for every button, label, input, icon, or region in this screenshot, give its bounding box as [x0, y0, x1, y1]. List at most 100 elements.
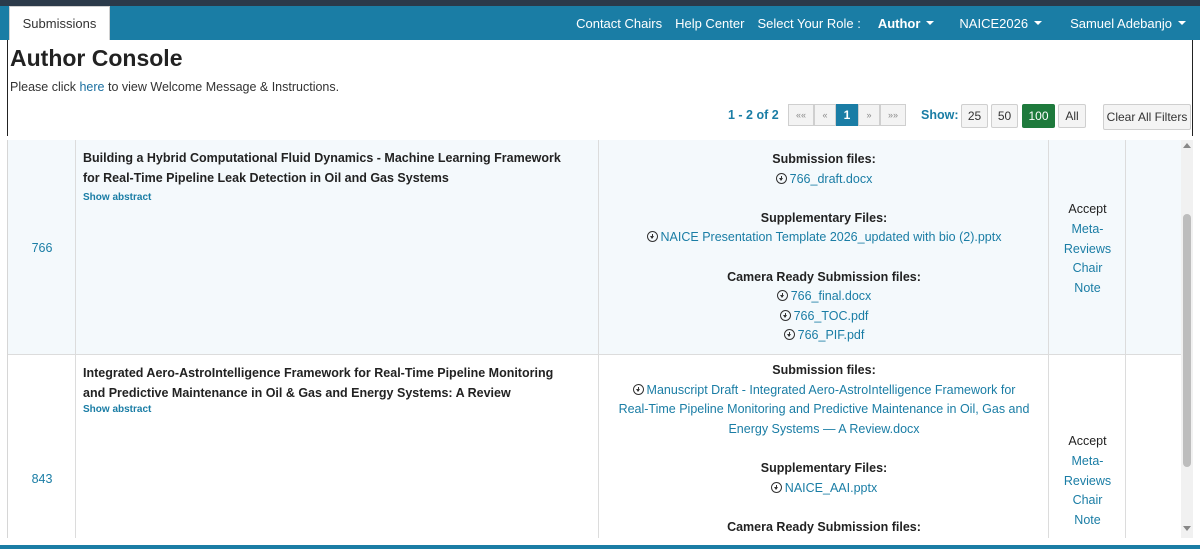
show-abstract-link[interactable]: Show abstract [83, 404, 151, 415]
status-block: Accept Meta- Reviews Chair Note [1049, 200, 1126, 299]
file-name: 766_final.docx [790, 289, 872, 304]
supplementary-files-heading: Supplementary Files: [760, 460, 888, 475]
file-name-line: Real-Time Pipeline Monitoring and Predic… [618, 402, 1030, 417]
download-icon [632, 383, 644, 395]
file-name: NAICE_AAI.pptx [784, 480, 878, 495]
file-link[interactable]: 766_final.docx [599, 287, 1049, 307]
user-dropdown[interactable]: Samuel Adebanjo [1070, 16, 1186, 31]
page-size-100-button[interactable]: 100 [1022, 104, 1055, 128]
file-link[interactable]: Manuscript Draft - Integrated Aero-Astro… [599, 381, 1049, 440]
table-row: 766 Building a Hybrid Computational Flui… [8, 140, 1181, 355]
submission-id-link[interactable]: 766 [8, 241, 76, 255]
welcome-text-after: to view Welcome Message & Instructions. [104, 80, 340, 94]
bottom-strip [0, 545, 1200, 549]
table-row: 843 Integrated Aero-AstroIntelligence Fr… [8, 355, 1181, 538]
user-dropdown-label: Samuel Adebanjo [1070, 15, 1172, 31]
files-list: Submission files: Manuscript Draft - Int… [599, 361, 1049, 537]
id-cell: 766 [8, 140, 76, 354]
decision-status: Accept [1068, 434, 1107, 448]
paper-title-line: for Real-Time Pipeline Leak Detection in… [83, 171, 449, 185]
page-size-50-button[interactable]: 50 [991, 104, 1018, 128]
supplementary-files-heading: Supplementary Files: [760, 210, 888, 225]
scroll-up-icon[interactable] [1183, 143, 1191, 148]
scroll-down-icon[interactable] [1183, 526, 1191, 531]
help-center-link[interactable]: Help Center [675, 16, 744, 31]
file-link[interactable]: NAICE Presentation Template 2026_updated… [599, 228, 1049, 248]
file-link[interactable]: 766_draft.docx [599, 170, 1049, 190]
page-1-button[interactable]: 1 [836, 104, 858, 126]
page-size-all-button[interactable]: All [1058, 104, 1086, 128]
camera-ready-files-heading: Camera Ready Submission files: [727, 269, 921, 284]
download-icon [776, 290, 788, 302]
decision-status: Accept [1068, 202, 1107, 216]
download-icon [646, 231, 658, 243]
paper-title-line: Integrated Aero-AstroIntelligence Framew… [83, 366, 554, 380]
status-block: Accept Meta- Reviews Chair Note [1049, 432, 1126, 531]
welcome-message: Please click here to view Welcome Messag… [10, 80, 339, 94]
page-size-25-button[interactable]: 25 [961, 104, 988, 128]
result-range: 1 - 2 of 2 [728, 108, 779, 122]
chevron-down-icon [1178, 21, 1186, 25]
meta-reviews-link[interactable]: Meta- Reviews [1049, 220, 1126, 260]
contact-chairs-link[interactable]: Contact Chairs [576, 16, 662, 31]
download-icon [770, 481, 782, 493]
conference-dropdown[interactable]: NAICE2026 [959, 16, 1043, 31]
submissions-table: 766 Building a Hybrid Computational Flui… [7, 140, 1181, 538]
file-link[interactable]: NAICE_AAI.pptx [599, 479, 1049, 499]
author-console-header: Author Console Please click here to view… [7, 40, 1193, 136]
chair-note-link[interactable]: Chair Note [1049, 259, 1126, 299]
last-page-button[interactable]: »» [880, 104, 906, 126]
chevron-down-icon [926, 21, 935, 25]
meta-reviews-line: Meta- [1071, 453, 1104, 468]
file-link[interactable]: 766_TOC.pdf [599, 307, 1049, 327]
vertical-scrollbar[interactable] [1181, 140, 1193, 538]
paper-title-line: and Predictive Maintenance in Oil & Gas … [83, 386, 511, 400]
file-name-line: Manuscript Draft - Integrated Aero-Astro… [599, 381, 1049, 401]
pagination-bar: 1 - 2 of 2 «« « 1 » »» Show: 25 50 100 A… [8, 102, 1194, 130]
meta-reviews-line: Reviews [1063, 241, 1112, 256]
actions-cell [1126, 140, 1181, 354]
file-name: 766_draft.docx [789, 171, 873, 186]
meta-reviews-line: Reviews [1063, 473, 1112, 488]
title-cell: Integrated Aero-AstroIntelligence Framew… [76, 355, 599, 538]
scrollbar-thumb[interactable] [1183, 214, 1191, 467]
chair-note-line: Note [1074, 281, 1101, 296]
meta-reviews-line: Meta- [1071, 221, 1104, 236]
file-link[interactable]: 766_PIF.pdf [599, 326, 1049, 346]
download-icon [779, 309, 791, 321]
role-dropdown-label: Author [877, 15, 921, 31]
tab-submissions[interactable]: Submissions [9, 6, 110, 40]
next-page-button[interactable]: » [858, 104, 880, 126]
first-page-button[interactable]: «« [788, 104, 814, 126]
nav-right-menu: Contact Chairs Help Center Select Your R… [576, 6, 1200, 40]
status-cell: Accept Meta- Reviews Chair Note [1049, 140, 1126, 354]
file-name: Manuscript Draft - Integrated Aero-Astro… [646, 382, 1016, 397]
show-label: Show: [921, 108, 959, 122]
navbar: Submissions Contact Chairs Help Center S… [0, 6, 1200, 40]
file-name: NAICE Presentation Template 2026_updated… [660, 230, 1002, 245]
file-name: 766_TOC.pdf [793, 308, 869, 323]
submission-id-link[interactable]: 843 [8, 472, 76, 486]
prev-page-button[interactable]: « [814, 104, 836, 126]
welcome-here-link[interactable]: here [79, 80, 104, 94]
role-dropdown[interactable]: Author [878, 16, 935, 31]
id-cell: 843 [8, 355, 76, 538]
show-abstract-link[interactable]: Show abstract [83, 192, 151, 203]
paper-title: Building a Hybrid Computational Fluid Dy… [83, 148, 595, 188]
camera-ready-files-heading: Camera Ready Submission files: [727, 519, 921, 534]
download-icon [775, 172, 787, 184]
files-list: Submission files: 766_draft.docx Supplem… [599, 150, 1049, 346]
meta-reviews-link[interactable]: Meta- Reviews [1049, 452, 1126, 492]
page-title: Author Console [10, 45, 183, 71]
actions-cell [1126, 355, 1181, 538]
file-name-line: Energy Systems — A Review.docx [728, 421, 920, 436]
file-name: 766_PIF.pdf [797, 328, 865, 343]
select-role-label: Select Your Role : [757, 15, 861, 31]
welcome-text-before: Please click [10, 80, 80, 94]
files-cell: Submission files: Manuscript Draft - Int… [599, 355, 1049, 538]
chair-note-line: Chair [1072, 261, 1103, 276]
chair-note-line: Note [1074, 513, 1101, 528]
status-cell: Accept Meta- Reviews Chair Note [1049, 355, 1126, 538]
clear-all-filters-button[interactable]: Clear All Filters [1103, 104, 1191, 130]
chair-note-link[interactable]: Chair Note [1049, 491, 1126, 531]
